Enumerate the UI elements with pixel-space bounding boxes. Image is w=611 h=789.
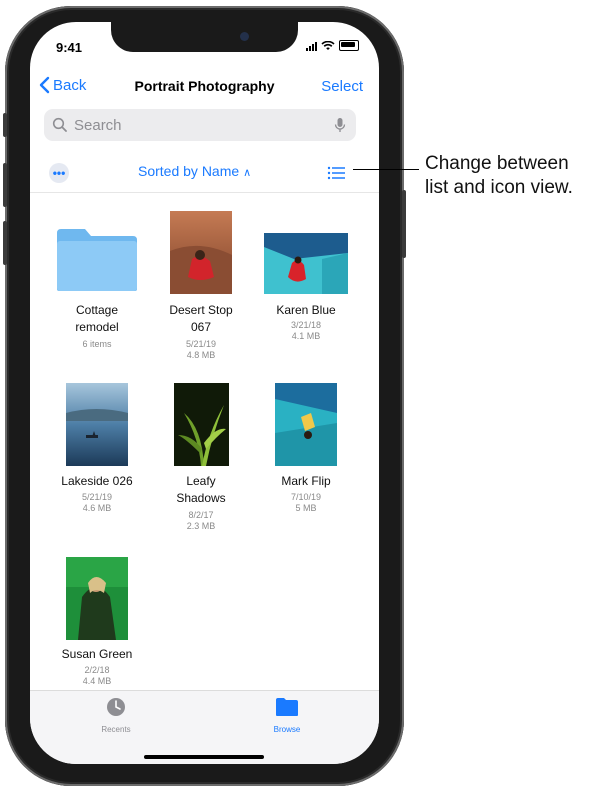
search-input[interactable]: Search (74, 117, 334, 134)
file-name: Cottage (75, 303, 119, 317)
wifi-icon (321, 40, 335, 50)
callout-line-1: Change between (425, 153, 569, 174)
file-name: Karen Blue (276, 303, 336, 317)
battery-icon (339, 40, 359, 51)
file-name: Mark Flip (281, 474, 331, 488)
tab-bar: Recents Browse (30, 690, 379, 764)
notch (111, 22, 298, 52)
divider (30, 192, 379, 193)
file-name-line2: remodel (75, 320, 119, 334)
tab-label: Recents (101, 725, 131, 734)
more-options-button[interactable]: ••• (49, 163, 69, 183)
photo-thumbnail (174, 383, 229, 466)
file-meta: 6 items (82, 339, 112, 349)
side-button-volume-up (3, 163, 7, 207)
photo-thumbnail (275, 383, 337, 466)
file-meta: 4.8 MB (186, 350, 216, 360)
file-meta: 3/21/18 (290, 320, 322, 330)
photo-thumbnail (66, 557, 128, 640)
search-field[interactable]: Search (44, 109, 356, 141)
side-button-silent (3, 113, 7, 137)
side-button-volume-down (3, 221, 7, 265)
chevron-up-icon: ∧ (243, 167, 252, 179)
callout-line (353, 169, 419, 170)
tab-recents[interactable]: Recents (76, 697, 156, 734)
camera (240, 32, 249, 41)
file-name: Leafy (186, 474, 216, 488)
file-meta: 4.6 MB (82, 503, 112, 513)
file-name: Desert Stop (169, 303, 233, 317)
photo-thumbnail (264, 233, 348, 294)
file-meta: 2.3 MB (186, 521, 216, 531)
photo-thumbnail (66, 383, 128, 466)
home-indicator (144, 755, 264, 759)
file-meta: 5/21/19 (185, 339, 217, 349)
search-icon (52, 117, 67, 132)
cellular-signal-icon (306, 41, 317, 51)
sort-button[interactable]: Sorted by Name ∧ (138, 163, 251, 179)
list-view-icon[interactable] (326, 163, 348, 183)
sort-label: Sorted by Name (138, 163, 240, 179)
folder-icon (276, 698, 298, 716)
file-meta: 2/2/18 (84, 665, 110, 675)
tab-label: Browse (273, 725, 301, 734)
file-name-line2: 067 (190, 320, 212, 334)
status-time: 9:41 (56, 40, 83, 55)
file-name: Susan Green (61, 647, 133, 661)
folder-icon (57, 229, 137, 291)
photo-thumbnail (170, 211, 232, 294)
file-meta: 4.1 MB (291, 331, 321, 341)
select-button[interactable]: Select (321, 78, 363, 95)
file-name-line2: Shadows (176, 491, 226, 505)
phone-screen: 9:41 Back Portrait Photography Select Se… (30, 22, 379, 764)
file-meta: 8/2/17 (188, 510, 214, 520)
callout-text: Change between list and icon view. (425, 152, 573, 200)
tab-browse[interactable]: Browse (247, 697, 327, 734)
file-meta: 4.4 MB (82, 676, 112, 686)
callout-line-2: list and icon view. (425, 177, 573, 198)
file-meta: 7/10/19 (290, 492, 322, 502)
status-icons (306, 40, 359, 51)
file-meta: 5/21/19 (81, 492, 113, 502)
microphone-icon[interactable] (334, 117, 346, 133)
file-name: Lakeside 026 (61, 474, 133, 488)
clock-icon (107, 698, 125, 716)
file-meta: 5 MB (295, 503, 317, 513)
side-button-power (402, 190, 406, 258)
